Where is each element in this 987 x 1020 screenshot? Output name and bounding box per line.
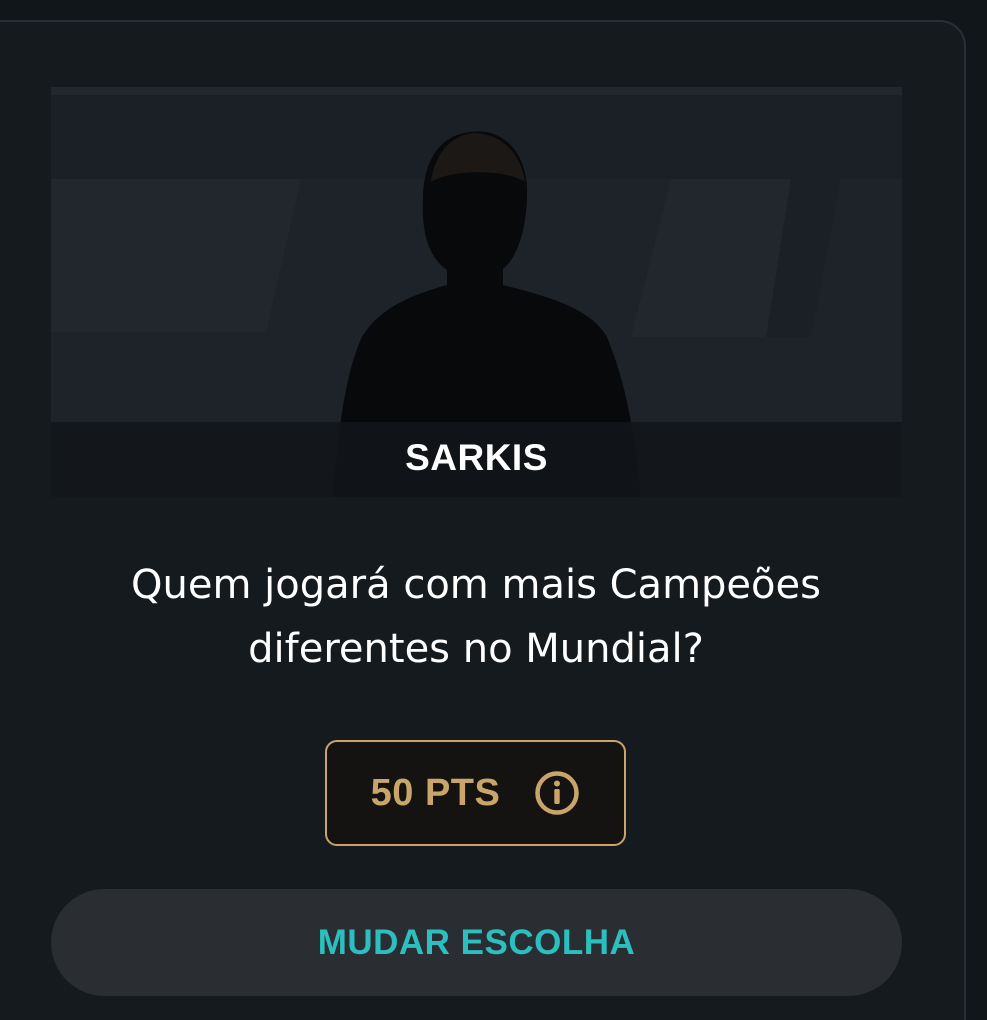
change-choice-button[interactable]: MUDAR ESCOLHA <box>51 889 902 996</box>
player-hero-image: SARKIS <box>51 87 902 497</box>
player-name: SARKIS <box>405 437 548 478</box>
points-label: 50 PTS <box>370 771 501 814</box>
info-circle-icon[interactable] <box>534 770 580 816</box>
points-badge[interactable]: 50 PTS <box>325 740 626 846</box>
prediction-question: Quem jogará com mais Campeões diferentes… <box>131 562 821 672</box>
change-choice-label: MUDAR ESCOLHA <box>317 922 636 962</box>
